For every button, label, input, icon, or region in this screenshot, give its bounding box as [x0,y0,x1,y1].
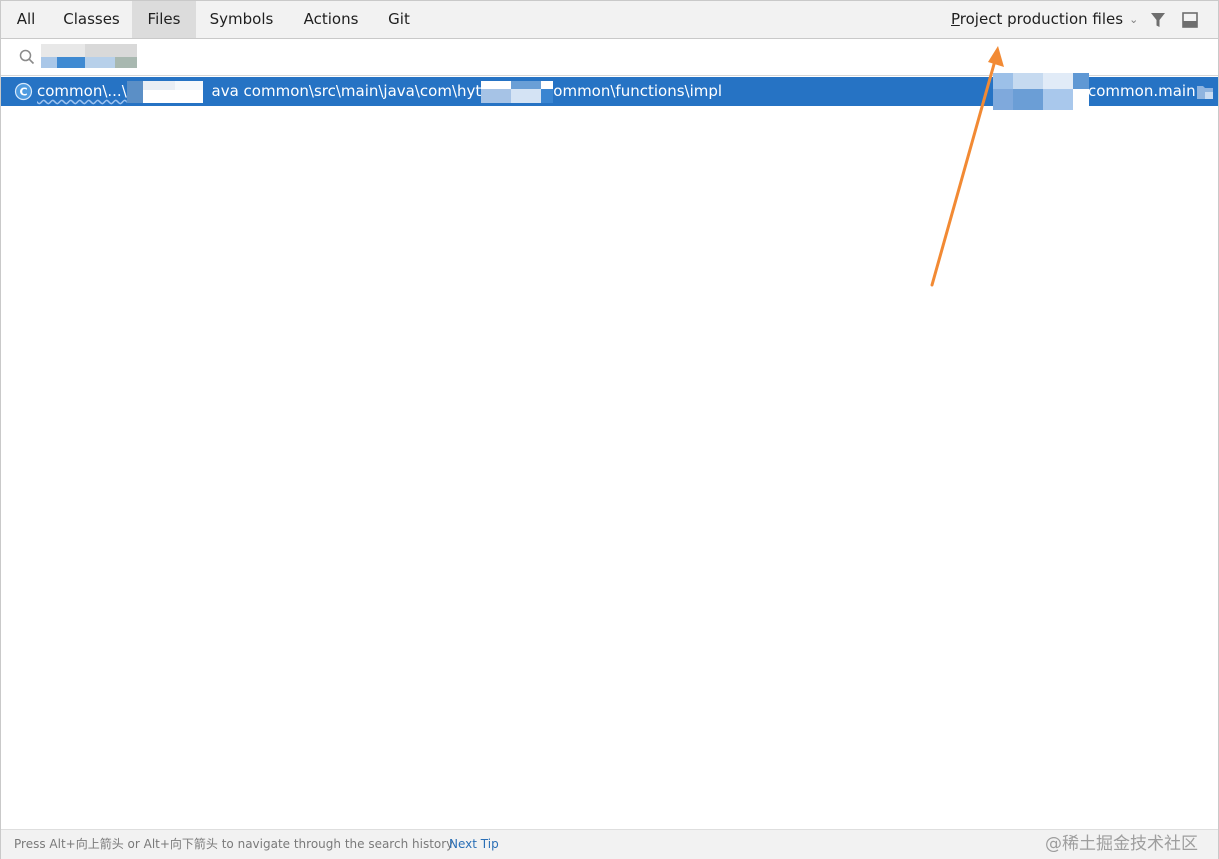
path-segment-start: common\...\ [37,82,127,100]
tab-symbols[interactable]: Symbols [196,1,287,38]
result-path: common\...\ ava common\src\main\java\com… [37,77,722,106]
path-segment-end: ommon\functions\impl [553,82,723,100]
chevron-down-icon: ⌄ [1129,13,1139,26]
class-file-icon: C [14,82,33,101]
scope-dropdown[interactable]: Project production files ⌄ [951,1,1138,38]
watermark: @稀土掘金技术社区 [1045,834,1198,854]
next-tip-link[interactable]: Next Tip [449,830,499,859]
svg-text:C: C [19,86,27,99]
tab-all[interactable]: All [1,1,51,38]
tab-bar: All Classes Files Symbols Actions Git Pr… [1,1,1218,39]
preview-panel-icon[interactable] [1180,10,1200,30]
tab-git[interactable]: Git [375,1,423,38]
annotation-arrow [930,46,1004,287]
search-everywhere-popup: All Classes Files Symbols Actions Git Pr… [0,0,1219,859]
tab-classes[interactable]: Classes [51,1,132,38]
tab-files[interactable]: Files [132,1,196,38]
scope-mnemonic: P [951,10,960,28]
redacted-path-block [126,80,207,103]
tab-actions[interactable]: Actions [287,1,375,38]
search-history-hint: Press Alt+向上箭头 or Alt+向下箭头 to navigate t… [14,837,454,851]
module-folder-icon [1197,86,1213,99]
scope-label: roject production files [959,10,1124,28]
redacted-path-block-2 [481,80,554,103]
status-footer: Press Alt+向上箭头 or Alt+向下箭头 to navigate t… [1,829,1218,859]
redacted-module-block [993,73,1089,110]
path-segment-middle: ava common\src\main\java\com\hyt [211,82,482,100]
result-row[interactable]: C common\...\ ava common\src\main\java\c… [1,73,1218,110]
filter-icon[interactable] [1148,10,1168,30]
search-icon [19,49,35,65]
search-row [1,39,1218,76]
search-input[interactable] [41,43,641,71]
module-name: common.main [1088,82,1196,100]
